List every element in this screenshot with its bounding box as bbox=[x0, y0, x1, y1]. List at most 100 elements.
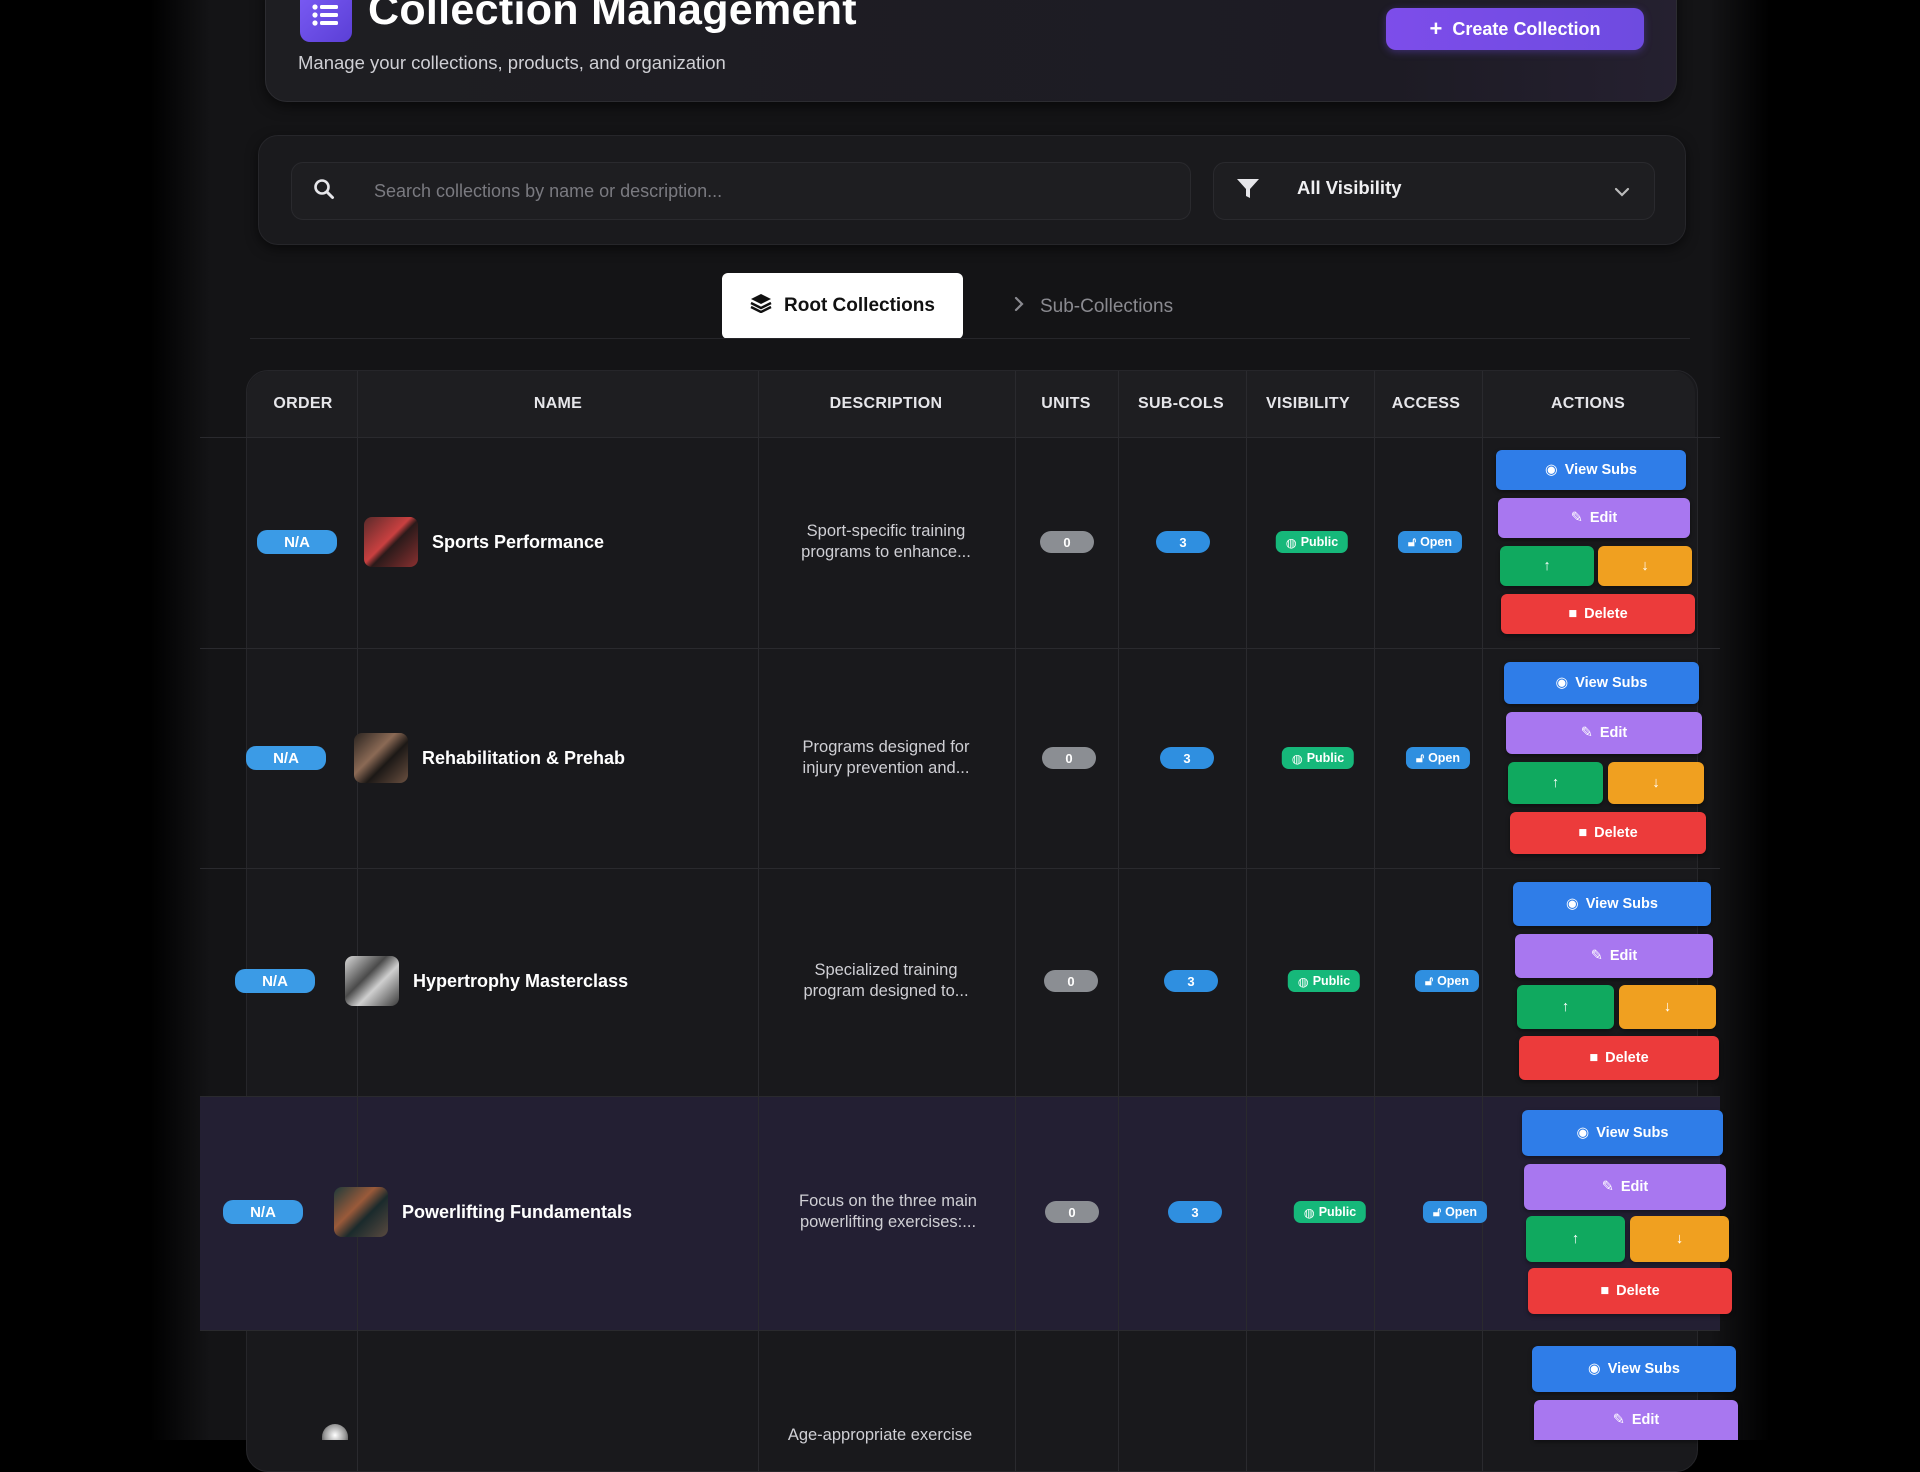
column-header-order[interactable]: ORDER bbox=[273, 395, 332, 413]
move-down-button[interactable]: ↓ bbox=[1598, 546, 1692, 586]
delete-button[interactable]: ■ Delete bbox=[1501, 594, 1695, 634]
trash-icon: ■ bbox=[1578, 825, 1588, 841]
description-line: Sport-specific training bbox=[806, 522, 966, 540]
column-header-visibility[interactable]: VISIBILITY bbox=[1266, 395, 1350, 413]
visibility-badge: ◍ Public bbox=[1293, 1201, 1367, 1223]
visibility-badge: ◍ Public bbox=[1287, 970, 1361, 992]
edit-button[interactable]: ✎ Edit bbox=[1506, 712, 1702, 754]
description-cell: Programs designed for injury prevention … bbox=[803, 737, 970, 779]
move-down-button[interactable]: ↓ bbox=[1630, 1216, 1729, 1262]
unlock-icon: 🔓︎ bbox=[1424, 973, 1434, 988]
order-badge: N/A bbox=[223, 1200, 303, 1224]
column-header-name[interactable]: NAME bbox=[534, 395, 582, 413]
column-header-description[interactable]: DESCRIPTION bbox=[830, 395, 943, 413]
move-up-button[interactable]: ↑ bbox=[1526, 1216, 1625, 1262]
edit-button[interactable]: ✎ Edit bbox=[1524, 1164, 1726, 1210]
view-subs-button[interactable]: ◉ View Subs bbox=[1532, 1346, 1736, 1392]
collection-name: Powerlifting Fundamentals bbox=[402, 1201, 633, 1222]
column-divider bbox=[1246, 371, 1247, 1471]
units-badge: 0 bbox=[1042, 747, 1096, 769]
row-divider bbox=[200, 868, 1720, 869]
access-label: Open bbox=[1428, 751, 1461, 765]
column-divider bbox=[1015, 371, 1016, 1471]
name-cell[interactable]: Rehabilitation & Prehab bbox=[354, 733, 625, 783]
edit-label: Edit bbox=[1599, 725, 1628, 741]
visibility-label: Public bbox=[1306, 751, 1345, 765]
globe-icon: ◍ bbox=[1303, 1205, 1315, 1220]
move-up-button[interactable]: ↑ bbox=[1517, 985, 1614, 1029]
eye-icon: ◉ bbox=[1545, 462, 1558, 478]
arrow-up-icon: ↑ bbox=[1561, 999, 1570, 1015]
delete-button[interactable]: ■ Delete bbox=[1519, 1036, 1719, 1080]
sub-cols-badge: 3 bbox=[1156, 531, 1210, 553]
delete-button[interactable]: ■ Delete bbox=[1510, 812, 1706, 854]
units-badge: 0 bbox=[1040, 531, 1094, 553]
trash-icon: ■ bbox=[1568, 606, 1578, 622]
units-cell: 0 bbox=[1042, 747, 1096, 769]
chevron-down-icon bbox=[1614, 184, 1630, 202]
description-line: Programs designed for bbox=[802, 738, 970, 756]
description-line: Specialized training bbox=[814, 961, 958, 979]
column-header-access[interactable]: ACCESS bbox=[1392, 395, 1460, 413]
globe-icon: ◍ bbox=[1285, 535, 1297, 550]
column-divider bbox=[1374, 371, 1375, 1471]
create-collection-button[interactable]: + Create Collection bbox=[1386, 8, 1644, 50]
visibility-badge: ◍ Public bbox=[1281, 747, 1355, 769]
tab-root-collections[interactable]: Root Collections bbox=[722, 273, 963, 339]
arrow-down-icon: ↓ bbox=[1675, 1231, 1684, 1247]
arrow-up-icon: ↑ bbox=[1571, 1231, 1580, 1247]
collection-name: Hypertrophy Masterclass bbox=[413, 970, 629, 991]
sub-cols-cell: 3 bbox=[1168, 1201, 1222, 1223]
move-down-button[interactable]: ↓ bbox=[1619, 985, 1716, 1029]
delete-label: Delete bbox=[1616, 1283, 1660, 1299]
tab-sub-label: Sub-Collections bbox=[1040, 296, 1174, 317]
collection-thumbnail bbox=[345, 956, 399, 1006]
edit-button[interactable]: ✎ Edit bbox=[1515, 934, 1713, 978]
view-subs-label: View Subs bbox=[1575, 675, 1648, 691]
name-cell[interactable]: Powerlifting Fundamentals bbox=[334, 1187, 632, 1237]
edit-label: Edit bbox=[1609, 948, 1638, 964]
collection-thumbnail bbox=[364, 517, 418, 567]
filter-icon bbox=[1236, 178, 1260, 205]
unlock-icon: 🔓︎ bbox=[1432, 1204, 1442, 1219]
layers-icon bbox=[750, 293, 772, 319]
search-input[interactable] bbox=[372, 175, 1156, 207]
units-cell: 0 bbox=[1044, 970, 1098, 992]
column-header-sub-cols[interactable]: SUB-COLS bbox=[1138, 395, 1224, 413]
eye-icon: ◉ bbox=[1588, 1361, 1601, 1377]
view-subs-button[interactable]: ◉ View Subs bbox=[1513, 882, 1711, 926]
view-subs-button[interactable]: ◉ View Subs bbox=[1522, 1110, 1723, 1156]
description-line: powerlifting exercises:... bbox=[799, 1213, 977, 1231]
view-subs-label: View Subs bbox=[1585, 896, 1658, 912]
view-subs-button[interactable]: ◉ View Subs bbox=[1504, 662, 1699, 704]
edit-button[interactable]: ✎ Edit bbox=[1534, 1400, 1738, 1440]
access-badge: 🔓︎ Open bbox=[1397, 531, 1463, 553]
view-subs-button[interactable]: ◉ View Subs bbox=[1496, 450, 1686, 490]
name-cell[interactable]: Sports Performance bbox=[364, 517, 604, 567]
column-divider bbox=[1482, 371, 1483, 1471]
tab-sub-collections[interactable]: Sub-Collections bbox=[1014, 287, 1173, 327]
move-up-button[interactable]: ↑ bbox=[1500, 546, 1594, 586]
table-header bbox=[247, 371, 1695, 437]
edit-label: Edit bbox=[1631, 1412, 1660, 1428]
visibility-filter-select[interactable] bbox=[1213, 162, 1655, 220]
eye-icon: ◉ bbox=[1576, 1125, 1590, 1141]
move-down-button[interactable]: ↓ bbox=[1608, 762, 1704, 804]
column-header-units[interactable]: UNITS bbox=[1041, 395, 1091, 413]
tab-divider bbox=[250, 338, 1690, 339]
name-cell[interactable]: Hypertrophy Masterclass bbox=[345, 956, 628, 1006]
order-badge: N/A bbox=[235, 969, 315, 993]
access-label: Open bbox=[1420, 535, 1453, 549]
collection-name: Sports Performance bbox=[432, 531, 605, 552]
units-badge: 0 bbox=[1045, 1201, 1099, 1223]
order-cell: N/A bbox=[223, 1200, 303, 1224]
arrow-down-icon: ↓ bbox=[1652, 775, 1660, 791]
edit-button[interactable]: ✎ Edit bbox=[1498, 498, 1690, 538]
access-cell: 🔓︎ Open bbox=[1414, 970, 1480, 992]
collection-thumbnail bbox=[354, 733, 408, 783]
move-up-button[interactable]: ↑ bbox=[1508, 762, 1603, 804]
sub-cols-badge: 3 bbox=[1168, 1201, 1222, 1223]
units-cell: 0 bbox=[1040, 531, 1094, 553]
visibility-cell: ◍ Public bbox=[1275, 531, 1349, 553]
delete-button[interactable]: ■ Delete bbox=[1528, 1268, 1732, 1314]
